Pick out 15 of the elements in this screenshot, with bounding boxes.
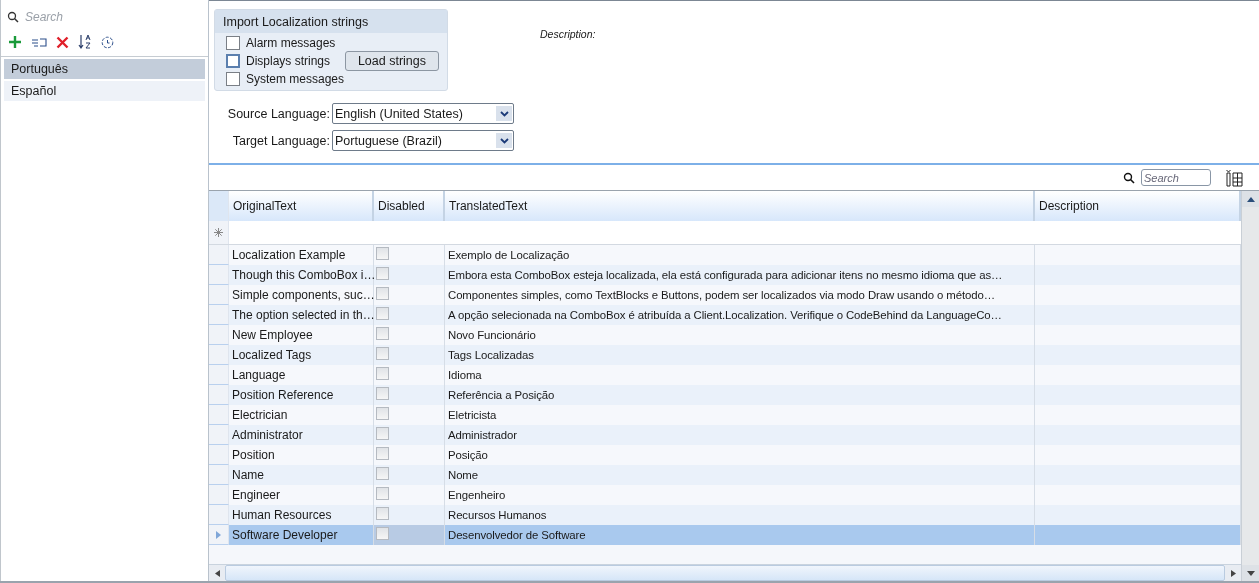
table-cell: Desenvolvedor de Software: [445, 525, 1035, 545]
checkbox-label: System messages: [246, 72, 345, 86]
field-label: Target Language:: [232, 133, 330, 148]
language-dropdown[interactable]: English (United States): [332, 103, 514, 124]
language-item[interactable]: Español: [4, 81, 205, 101]
language-dropdown[interactable]: Portuguese (Brazil): [332, 130, 514, 151]
checkbox-label: Displays strings: [246, 54, 331, 68]
search-field[interactable]: Search: [1141, 169, 1211, 186]
load-strings-button[interactable]: Load strings: [344, 51, 439, 71]
description-label: Description:: [539, 27, 596, 42]
language-item[interactable]: Português: [4, 59, 205, 79]
panel-title: Import Localization strings: [215, 10, 447, 33]
search-field[interactable]: Search: [25, 10, 175, 24]
field-label: Source Language:: [227, 106, 330, 121]
checkbox-label: Alarm messages: [246, 36, 336, 50]
